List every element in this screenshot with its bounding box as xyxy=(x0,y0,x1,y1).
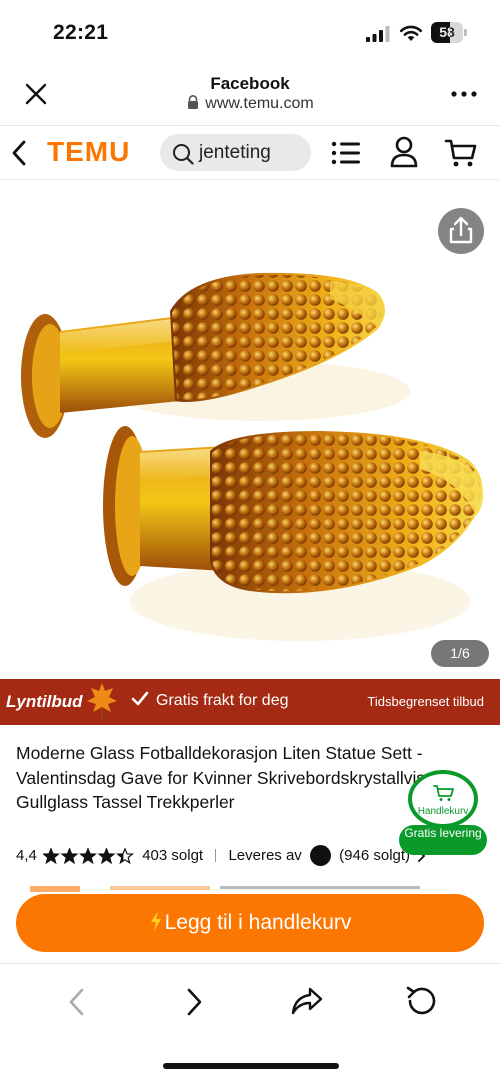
share-button[interactable] xyxy=(438,208,484,254)
browser-url: www.temu.com xyxy=(205,95,314,112)
browser-bar: Facebook www.temu.com xyxy=(0,62,500,126)
reload-icon[interactable] xyxy=(405,984,439,1018)
lightning-icon xyxy=(150,911,161,931)
free-delivery-badge: Gratis levering xyxy=(399,825,487,855)
browser-title: Facebook xyxy=(210,74,290,93)
price-row-peek xyxy=(30,886,420,892)
divider xyxy=(215,849,217,862)
floating-cart-button[interactable]: Handlekurv xyxy=(408,770,478,828)
nav-back-icon[interactable] xyxy=(66,987,88,1017)
rating-star xyxy=(60,847,79,864)
nav-forward-icon[interactable] xyxy=(183,987,205,1017)
flash-sale-label: Lyntilbud xyxy=(6,692,83,711)
category-list-icon[interactable] xyxy=(331,140,361,166)
lock-icon xyxy=(188,95,199,109)
more-icon[interactable] xyxy=(450,84,478,104)
nav-share-icon[interactable] xyxy=(290,985,324,1017)
signal-icon xyxy=(366,26,390,42)
back-chevron-icon[interactable] xyxy=(9,139,29,167)
delivered-by-label: Leveres av xyxy=(228,847,302,864)
free-shipping-notice: Gratis frakt for deg xyxy=(131,691,289,710)
share-icon xyxy=(449,216,473,244)
check-icon xyxy=(131,691,149,706)
home-indicator xyxy=(163,1063,339,1069)
add-to-cart-button[interactable]: Legg til i handlekurv xyxy=(16,894,484,952)
battery-level: 58 xyxy=(439,24,455,40)
search-input[interactable]: jenteting xyxy=(160,134,311,171)
rating-value: 4,4 xyxy=(16,847,37,864)
rating-star xyxy=(79,847,98,864)
search-icon xyxy=(173,144,194,165)
add-to-cart-bar: Legg til i handlekurv xyxy=(0,886,500,964)
sold-count: 403 solgt xyxy=(142,847,204,864)
wifi-icon xyxy=(399,25,423,41)
product-piece-bottom xyxy=(103,426,484,594)
status-bar: 22:21 58 xyxy=(0,0,500,62)
rating-star xyxy=(116,847,135,864)
battery-icon: 58 xyxy=(431,22,467,43)
cart-icon[interactable] xyxy=(444,138,478,168)
autumn-leaf-icon xyxy=(87,683,117,719)
browser-url-row[interactable]: www.temu.com xyxy=(0,95,500,113)
temu-header: TEMU jenteting xyxy=(0,126,500,180)
cart-icon xyxy=(433,785,454,801)
flash-sale-banner[interactable]: Lyntilbud Gratis frakt for deg Tidsbegre… xyxy=(0,679,500,725)
seller-avatar xyxy=(309,845,331,866)
temu-logo[interactable]: TEMU xyxy=(47,136,130,168)
seller-sold-count: (946 solgt) xyxy=(339,847,411,864)
rating-star xyxy=(43,847,61,864)
product-photo xyxy=(21,272,484,641)
search-query: jenteting xyxy=(199,142,271,163)
status-time: 22:21 xyxy=(53,21,109,44)
limited-offer-text: Tidsbegrenset tilbud xyxy=(367,694,484,709)
rating-star xyxy=(97,847,116,864)
browser-bottom-nav xyxy=(0,965,500,1080)
cart-badge-label: Handlekurv xyxy=(417,806,469,817)
account-icon[interactable] xyxy=(389,136,419,168)
rating-stars-icon xyxy=(43,847,135,864)
free-shipping-text: Gratis frakt for deg xyxy=(156,692,289,709)
gallery-page-indicator: 1/6 xyxy=(431,640,489,667)
product-image[interactable] xyxy=(0,181,500,678)
add-to-cart-label: Legg til i handlekurv xyxy=(164,911,352,934)
battery-tip xyxy=(464,29,467,36)
